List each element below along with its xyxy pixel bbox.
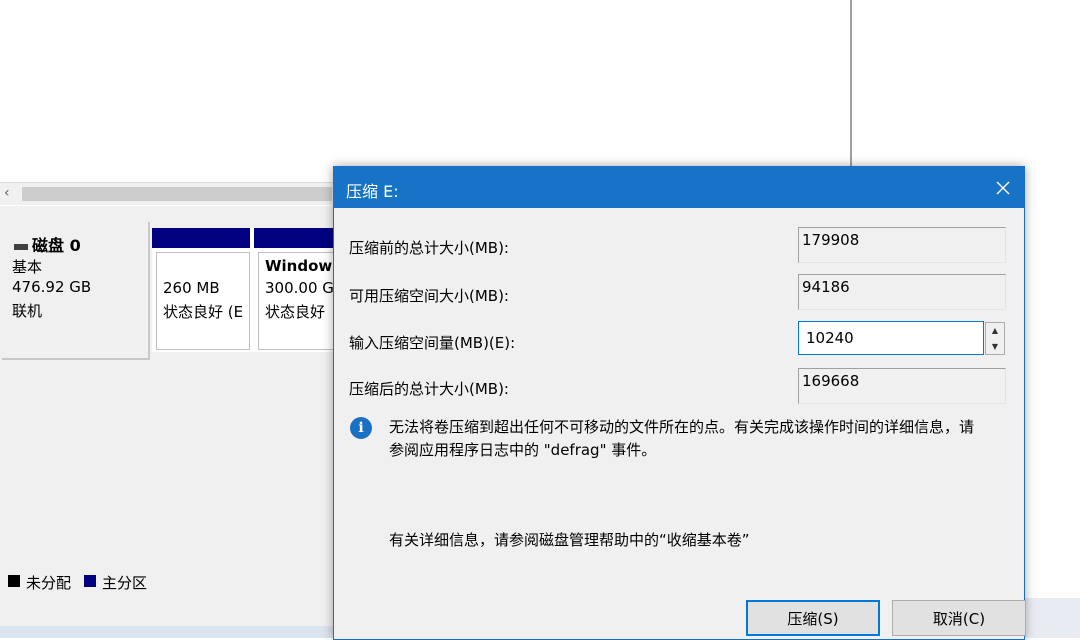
spin-down-icon[interactable]: ▼ xyxy=(986,339,1004,354)
shrink-button[interactable]: 压缩(S) xyxy=(746,600,880,636)
spin-up-icon[interactable]: ▲ xyxy=(986,323,1004,338)
info-icon: i xyxy=(350,417,372,439)
scroll-left-arrow-icon[interactable]: ‹ xyxy=(4,185,10,201)
close-icon[interactable] xyxy=(988,173,1018,203)
info-message-line-1: 无法将卷压缩到超出任何不可移动的文件所在的点。有关完成该操作时间的详细信息，请 xyxy=(389,418,975,436)
dialog-title: 压缩 E: xyxy=(346,182,399,201)
info-message: 无法将卷压缩到超出任何不可移动的文件所在的点。有关完成该操作时间的详细信息，请 … xyxy=(389,416,1009,462)
partition-2-size: 300.00 G xyxy=(265,279,334,297)
available-space-label: 可用压缩空间大小(MB): xyxy=(349,287,509,305)
disk-icon xyxy=(14,243,28,250)
partition-header-2 xyxy=(254,228,340,248)
total-after-field: 169668 xyxy=(798,368,1006,404)
total-before-label: 压缩前的总计大小(MB): xyxy=(349,239,509,257)
partition-header-1 xyxy=(152,228,250,248)
total-after-value: 169668 xyxy=(802,372,860,390)
legend-label-primary: 主分区 xyxy=(102,574,148,592)
partition-1-status: 状态良好 (E xyxy=(163,303,244,321)
legend-swatch-unallocated xyxy=(8,575,20,587)
cancel-button[interactable]: 取消(C) xyxy=(892,600,1026,636)
info-message-line-2: 参阅应用程序日志中的 "defrag" 事件。 xyxy=(389,441,657,459)
partition-1[interactable]: 260 MB 状态良好 (E xyxy=(156,252,250,350)
legend: 未分配 主分区 xyxy=(0,566,340,596)
disk-name: 磁盘 0 xyxy=(14,232,81,256)
scrollbar-thumb[interactable] xyxy=(22,187,332,201)
dialog-titlebar[interactable]: 压缩 E: xyxy=(334,167,1024,208)
legend-label-unallocated: 未分配 xyxy=(26,574,72,592)
shrink-amount-label: 输入压缩空间量(MB)(E): xyxy=(349,334,516,352)
disk-status: 联机 xyxy=(12,302,43,320)
disk-size: 476.92 GB xyxy=(12,278,92,296)
partition-2[interactable]: Windows 300.00 G 状态良好 xyxy=(258,252,342,350)
total-before-field: 179908 xyxy=(798,227,1006,263)
partition-1-size: 260 MB xyxy=(163,279,220,297)
disk-0-label[interactable]: 磁盘 0 基本 476.92 GB 联机 xyxy=(2,222,150,360)
volume-list-pane xyxy=(0,0,852,182)
horizontal-scrollbar[interactable]: ‹ xyxy=(0,182,340,205)
shrink-amount-stepper[interactable]: ▲ ▼ xyxy=(985,322,1005,355)
legend-swatch-primary xyxy=(84,575,96,587)
taskbar-edge xyxy=(0,626,340,638)
shrink-dialog: 压缩 E: 压缩前的总计大小(MB): 179908 可用压缩空间大小(MB):… xyxy=(333,166,1026,640)
available-space-value: 94186 xyxy=(802,278,850,296)
partition-2-status: 状态良好 xyxy=(265,303,326,321)
shrink-amount-input[interactable] xyxy=(798,321,984,355)
background-corner xyxy=(1024,598,1080,638)
help-message: 有关详细信息，请参阅磁盘管理帮助中的“收缩基本卷” xyxy=(389,531,750,549)
partition-strip: 260 MB 状态良好 (E Windows 300.00 G 状态良好 xyxy=(152,228,342,352)
disk-type: 基本 xyxy=(12,258,43,276)
partition-2-title: Windows xyxy=(265,257,342,275)
total-before-value: 179908 xyxy=(802,231,860,249)
total-after-label: 压缩后的总计大小(MB): xyxy=(349,380,509,398)
available-space-field: 94186 xyxy=(798,274,1006,310)
